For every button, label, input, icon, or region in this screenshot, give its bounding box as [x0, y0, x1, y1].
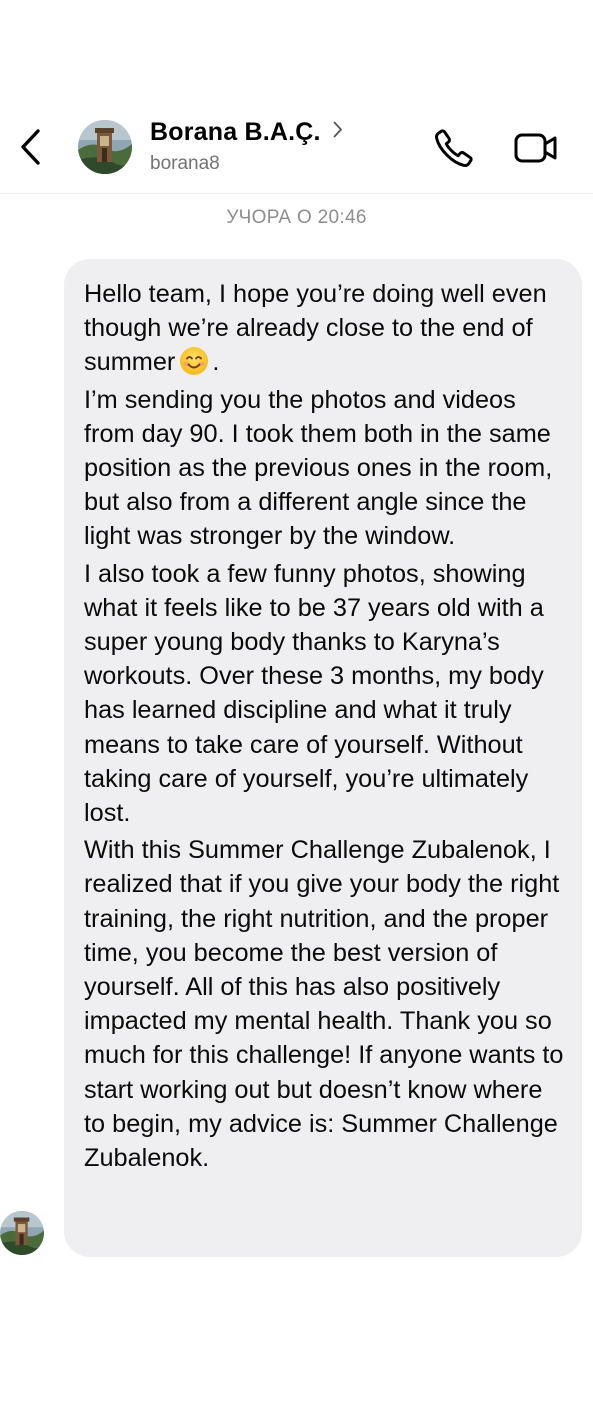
message-paragraph: With this Summer Challenge Zubalenok, I …	[84, 836, 564, 1173]
smiling-face-emoji-icon	[179, 346, 209, 376]
chat-header: Borana B.A.Ç. borana8	[0, 0, 593, 194]
contact-name: Borana B.A.Ç.	[150, 118, 321, 146]
phone-icon	[435, 129, 473, 167]
message-paragraph: I also took a few funny photos, showing …	[84, 559, 544, 828]
message-timestamp: УЧОРА О 20:46	[226, 207, 367, 228]
message-paragraph: Hello team, I hope you’re doing well eve…	[84, 277, 568, 380]
video-camera-icon	[514, 133, 557, 163]
video-call-button[interactable]	[510, 124, 562, 172]
chevron-right-icon	[333, 121, 343, 138]
back-button[interactable]	[12, 124, 48, 170]
message-text: Hello team, I hope you’re doing well eve…	[84, 280, 547, 377]
contact-username: borana8	[150, 153, 220, 174]
message-text: .	[212, 348, 220, 377]
voice-call-button[interactable]	[430, 124, 478, 172]
chevron-left-icon	[21, 129, 40, 165]
message-bubble[interactable]: Hello team, I hope you’re doing well eve…	[64, 259, 582, 1257]
contact-profile-link[interactable]: Borana B.A.Ç.	[150, 118, 343, 147]
sender-avatar[interactable]	[0, 1211, 44, 1255]
message-paragraph: I’m sending you the photos and videos fr…	[84, 385, 553, 551]
contact-avatar[interactable]	[78, 120, 132, 174]
